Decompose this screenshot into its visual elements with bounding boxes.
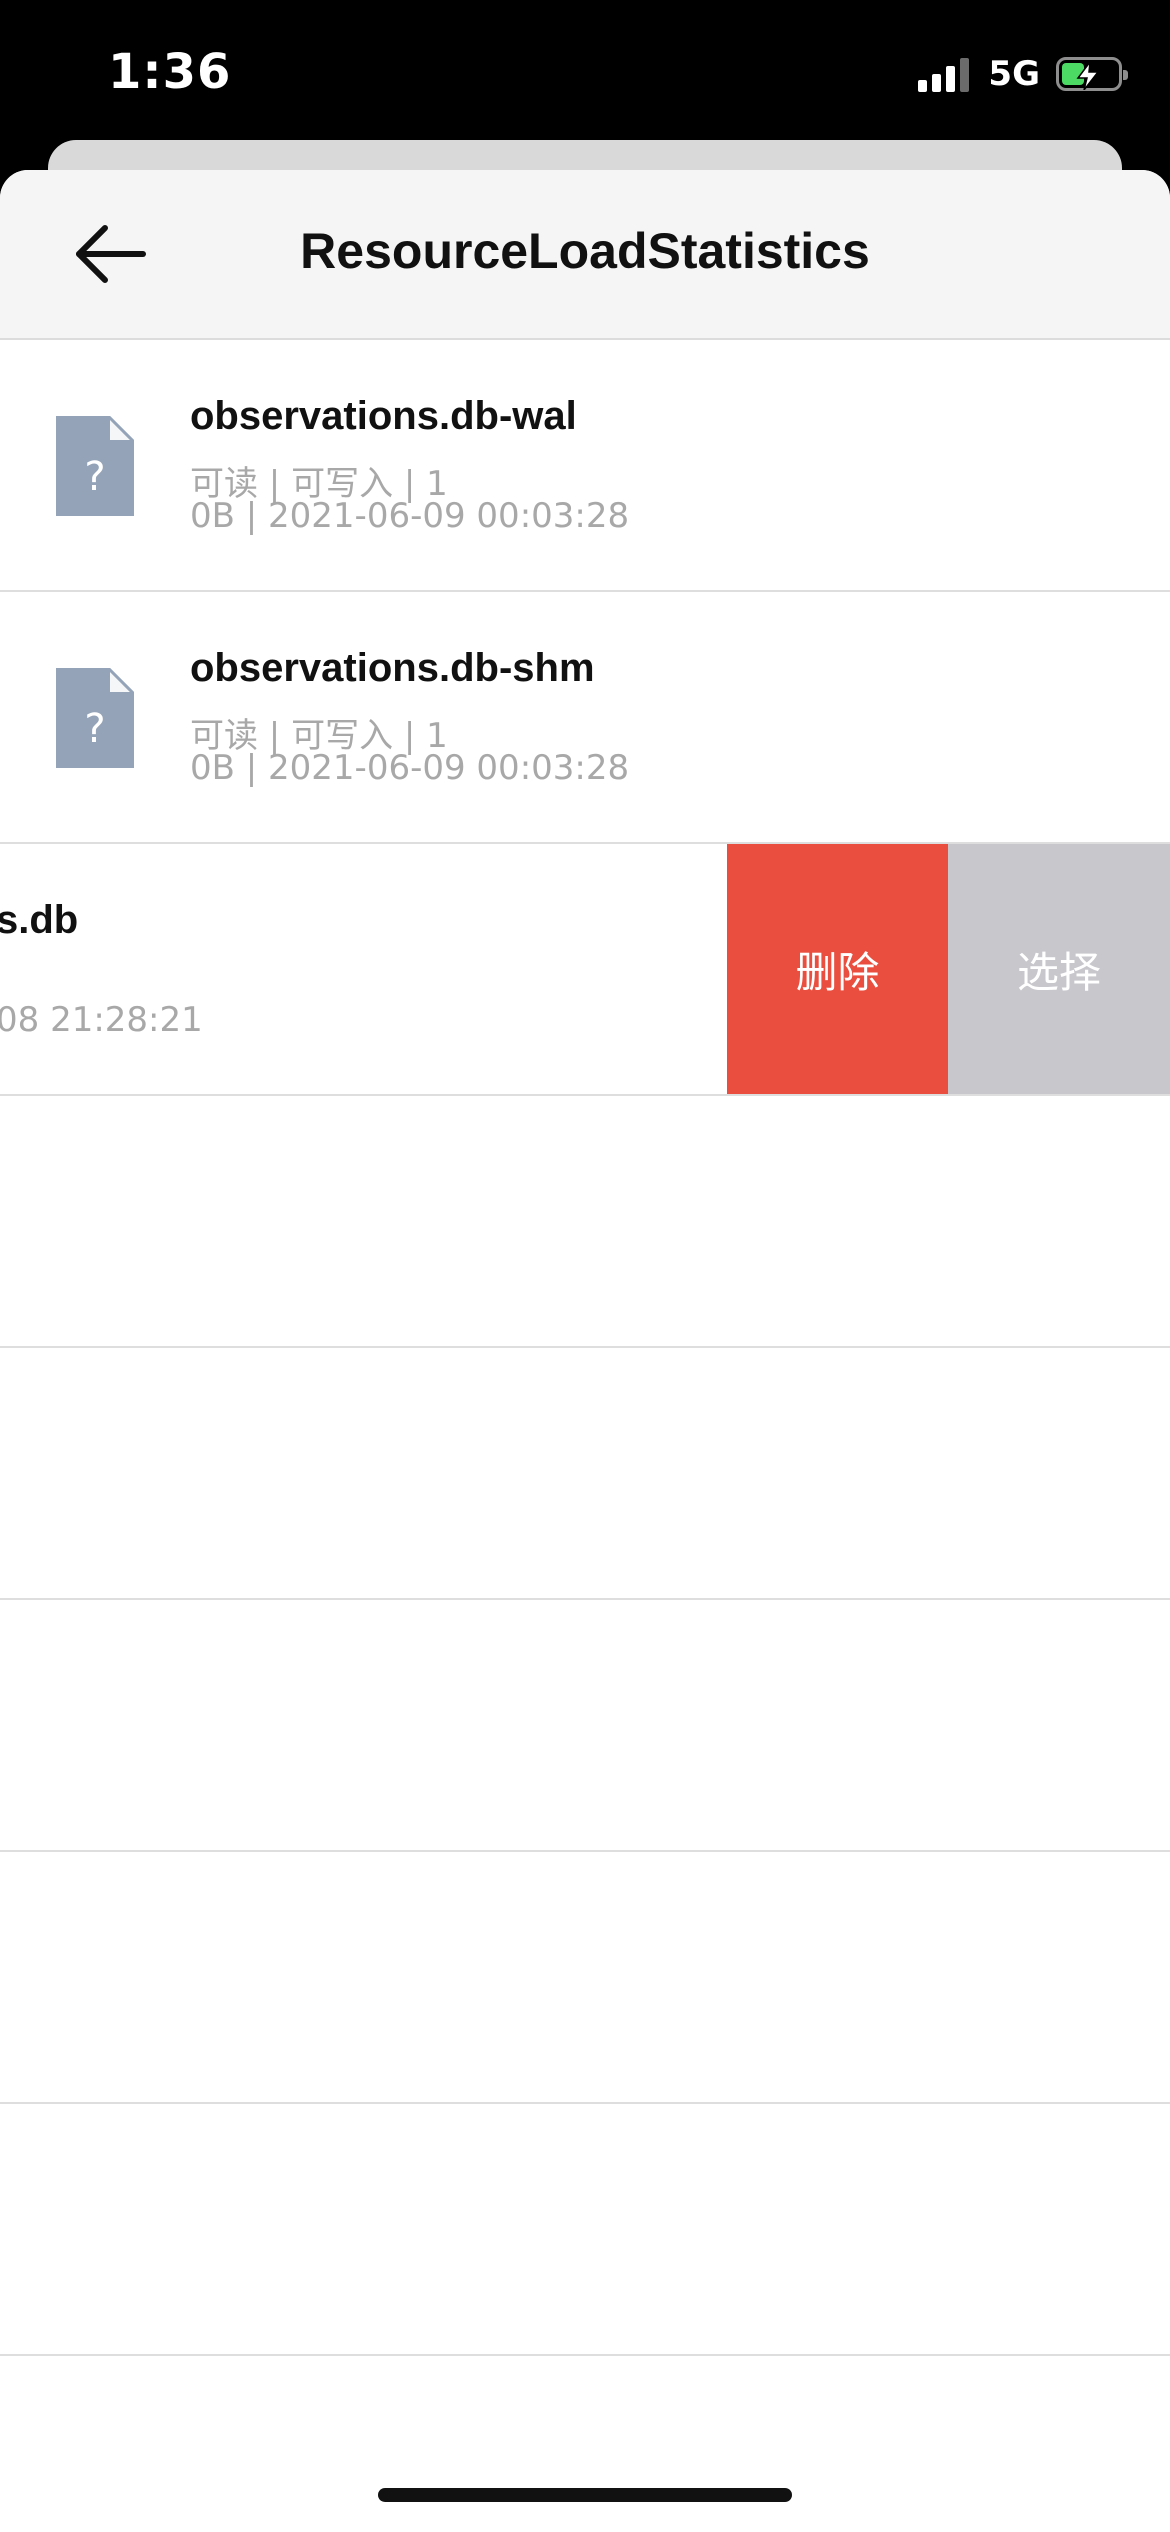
- empty-row: [0, 1852, 1170, 2104]
- empty-row: [0, 1348, 1170, 1600]
- delete-button[interactable]: 删除: [727, 844, 948, 1094]
- empty-row: [0, 1096, 1170, 1348]
- select-button[interactable]: 选择: [948, 844, 1170, 1094]
- unknown-file-icon: ?: [56, 668, 134, 768]
- charging-bolt-icon: [1076, 62, 1100, 90]
- svg-text:?: ?: [84, 706, 105, 752]
- battery-icon: [1056, 57, 1128, 91]
- file-meta: 08 21:28:21: [0, 1000, 203, 1040]
- file-browser-sheet: ResourceLoadStatistics ? observations.db…: [0, 170, 1170, 2532]
- file-row-swiped[interactable]: s.db 08 21:28:21 删除 选择: [0, 844, 1170, 1096]
- unknown-file-icon: ?: [56, 416, 134, 516]
- status-bar: 1:36 5G: [0, 0, 1170, 150]
- file-name: s.db: [0, 898, 79, 942]
- home-indicator[interactable]: [378, 2488, 792, 2502]
- file-row[interactable]: ? observations.db-shm 可读 | 可写入 | 1 0B | …: [0, 592, 1170, 844]
- file-row[interactable]: ? observations.db-wal 可读 | 可写入 | 1 0B | …: [0, 340, 1170, 592]
- page-title: ResourceLoadStatistics: [300, 223, 870, 279]
- status-time: 1:36: [108, 44, 232, 100]
- network-label: 5G: [988, 54, 1040, 94]
- file-meta: 0B | 2021-06-09 00:03:28: [190, 496, 630, 536]
- file-list: ? observations.db-wal 可读 | 可写入 | 1 0B | …: [0, 340, 1170, 2356]
- file-meta: 0B | 2021-06-09 00:03:28: [190, 748, 630, 788]
- navigation-bar: ResourceLoadStatistics: [0, 170, 1170, 340]
- signal-icon: [918, 56, 974, 92]
- empty-row: [0, 1600, 1170, 1852]
- status-indicators: 5G: [918, 52, 1128, 96]
- file-name: observations.db-wal: [190, 394, 577, 438]
- empty-row: [0, 2104, 1170, 2356]
- file-name: observations.db-shm: [190, 646, 595, 690]
- svg-text:?: ?: [84, 454, 105, 500]
